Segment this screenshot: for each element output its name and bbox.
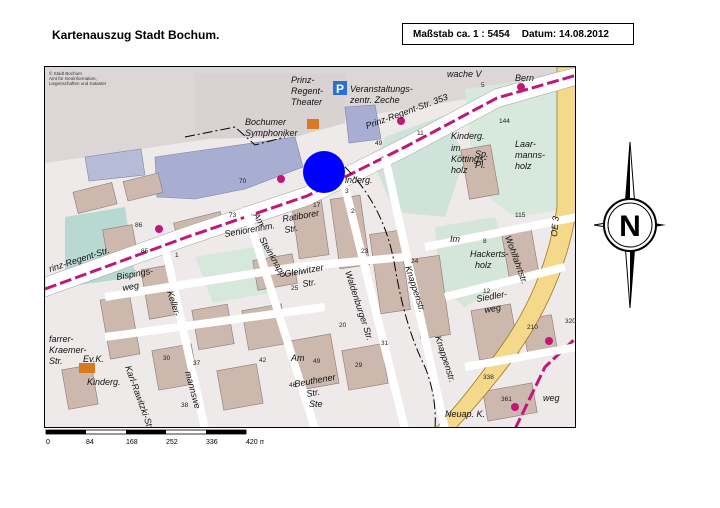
street-label: Regent- [291,86,323,96]
scale-tick-label: 84 [86,439,94,446]
street-label: Pl. [475,160,486,170]
house-number: 49 [313,358,321,365]
scale-label: Maßstab ca. 1 : 5454 [413,28,510,40]
scale-bar: 0 84 168 252 336 420 m [44,429,266,451]
street-label: Kraemer- [49,345,86,355]
street-label: inderg. [345,175,373,185]
street-label: Sp. [475,149,489,159]
scale-tick-label: 420 [246,439,258,446]
house-number: 320 [565,318,576,325]
house-number: 30 [163,355,171,362]
street-label: Ste [309,399,323,409]
street-label: holz [475,260,492,270]
street-label: Symphoniker [245,128,299,138]
house-number: 24 [411,258,419,265]
house-number: 11 [417,130,424,137]
location-marker[interactable] [303,151,345,193]
street-label: Veranstaltungs- [350,84,413,94]
house-number: 70 [239,178,247,185]
street-label: Kinderg. [451,131,485,141]
house-number: 115 [515,212,526,219]
street-label: Neuap. K. [445,409,485,419]
house-number: 49 [375,140,383,147]
svg-text:P: P [336,82,344,96]
street-label: Ev.K. [83,354,104,364]
house-number: 25 [291,285,299,292]
house-number: 361 [501,396,512,403]
house-number: 29 [355,362,363,369]
house-number: 31 [381,340,389,347]
house-number: 38 [181,402,189,409]
street-label: holz [451,165,468,175]
house-number: 85 [141,248,149,255]
street-label: Theater [291,97,323,107]
street-label: im [451,143,461,153]
house-number: 5 [481,82,485,89]
house-number: 23 [361,248,369,255]
house-number: 42 [259,357,267,364]
date-label: Datum: 14.08.2012 [521,28,609,40]
street-label: Im [450,234,461,244]
compass-n-label: N [619,210,641,243]
street-label: Prinz- [291,75,315,85]
house-number: 37 [193,360,201,367]
house-number: 3 [345,188,349,195]
map-copyright: © Stadt Bochum Amt für Geoinformation, L… [49,71,107,86]
house-number: 210 [527,324,538,331]
street-label: Bern [515,73,534,83]
scale-unit: m [260,439,264,446]
street-label: Kinderg. [87,377,121,387]
house-number: 86 [135,222,143,229]
map-canvas[interactable]: P Prinz-Regent-Theater Veranstaltungs-zen… [45,67,576,428]
map-info-box: Maßstab ca. 1 : 5454 Datum: 14.08.2012 [402,23,634,45]
house-number: 1 [175,252,179,259]
street-label: manns- [515,150,545,160]
street-label: Hackerts- [470,249,509,259]
scale-tick-label: 252 [166,439,178,446]
street-label: zentr. Zeche [349,95,400,105]
street-label: Str. [49,356,63,366]
map-view[interactable]: P Prinz- Regent- Theater Veranstaltungs-zen… [44,66,576,428]
street-label: OE 3 [549,216,561,237]
house-number: 338 [483,374,494,381]
map-title: Kartenauszug Stadt Bochum. [52,28,220,42]
scale-tick-label: 168 [126,439,138,446]
north-arrow: N [590,140,670,310]
house-number: 46 [289,382,297,389]
house-number: 17 [313,202,321,209]
house-number: 144 [499,118,510,125]
house-number: 8 [483,238,487,245]
scale-tick-label: 336 [206,439,218,446]
street-label: Bochumer [245,117,287,127]
street-label: weg [543,393,560,403]
street-label: Laar- [515,139,536,149]
street-label: farrer- [49,334,73,344]
house-number: 2 [351,208,355,215]
street-label: wache V [447,69,483,79]
house-number: 12 [483,288,491,295]
street-label: holz [515,161,532,171]
street-label: Am [290,353,305,363]
scale-tick-label: 0 [46,439,50,446]
house-number: 20 [339,322,347,329]
house-number: 73 [229,212,237,219]
